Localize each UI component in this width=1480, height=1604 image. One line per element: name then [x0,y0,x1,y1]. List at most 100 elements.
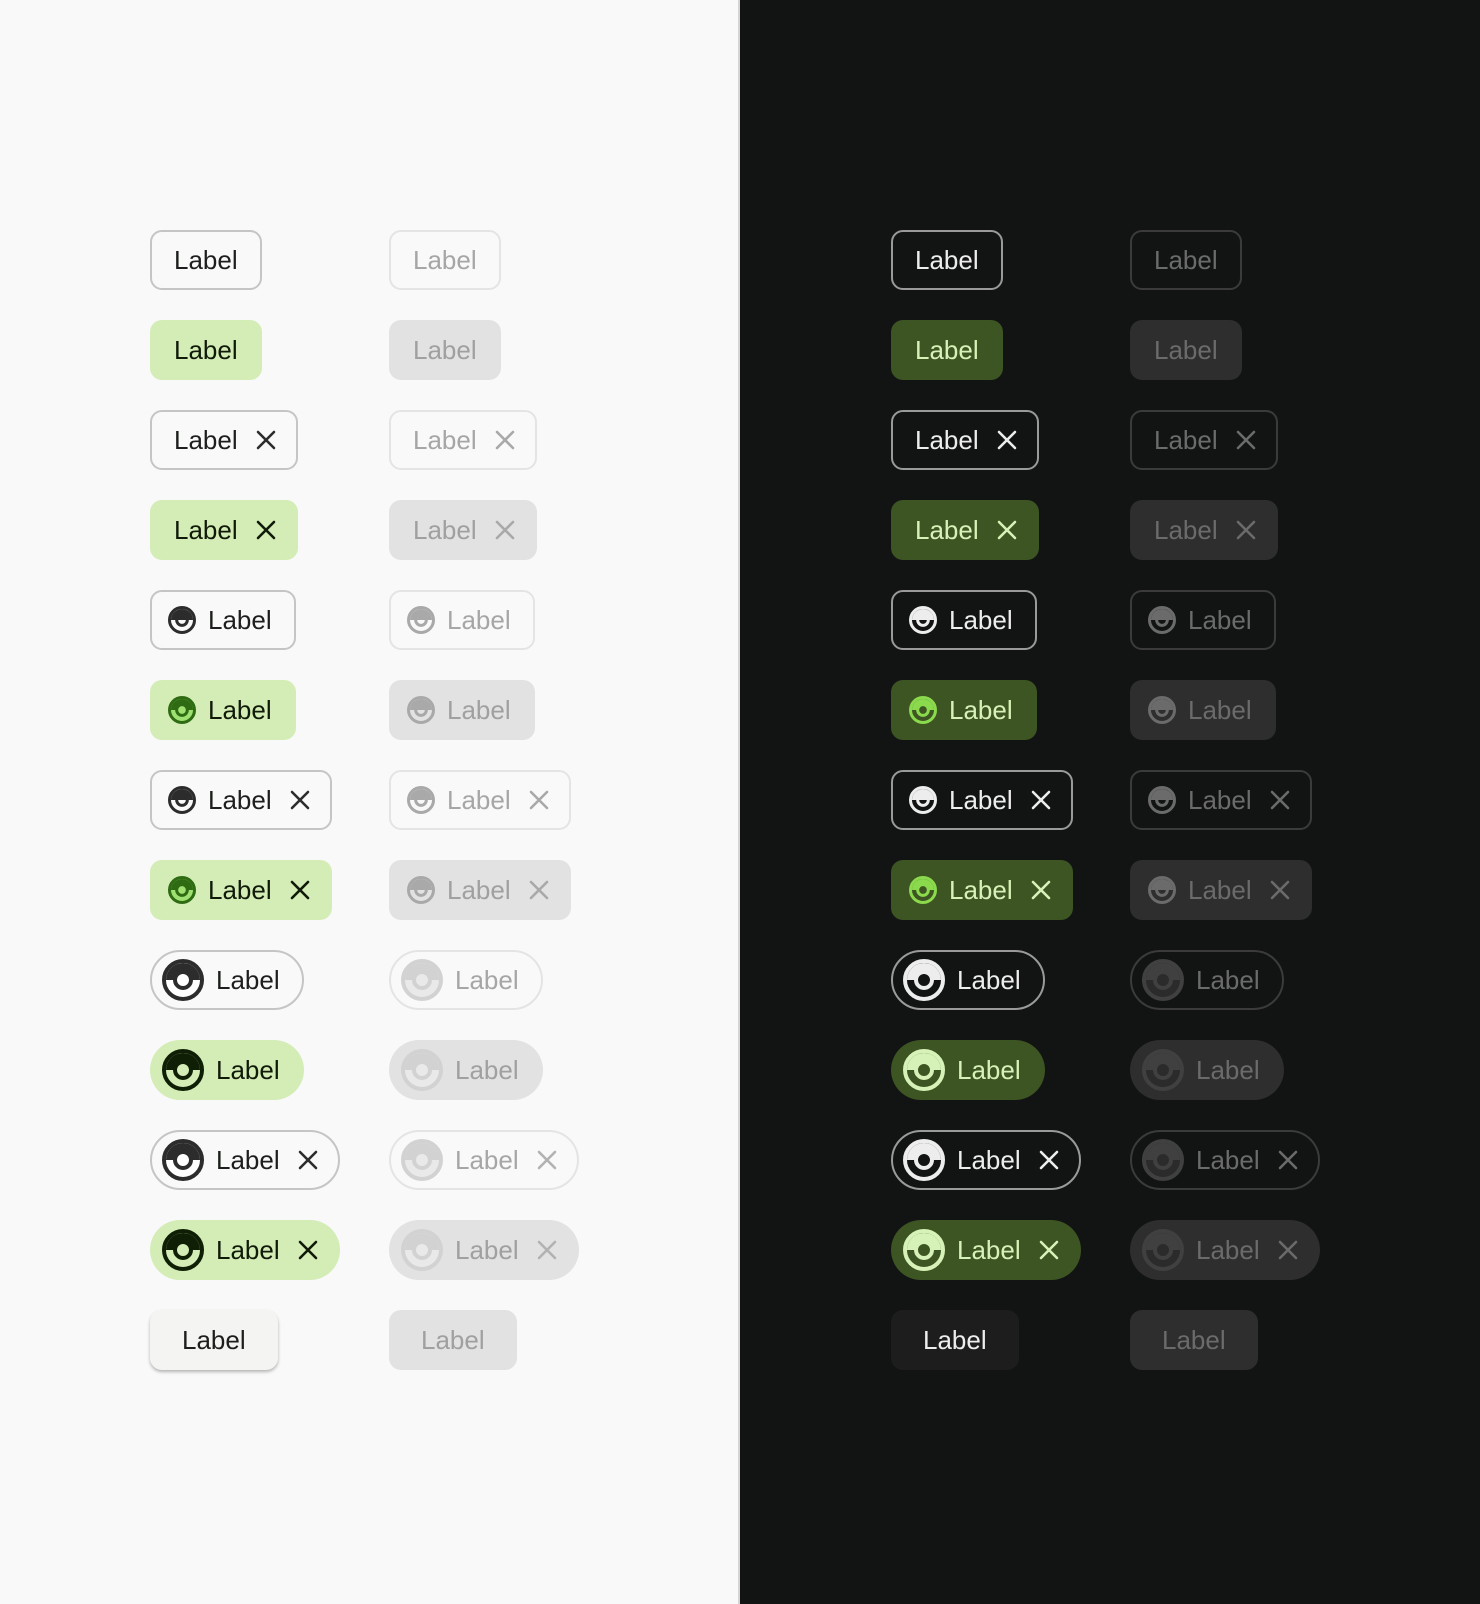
chip-label: Label [208,695,272,725]
chip-label: Label [915,335,979,365]
avatar-icon [903,1049,945,1091]
close-icon[interactable] [256,520,276,540]
chip-icon-selected-light-enabled[interactable]: Label [150,680,296,740]
close-icon [537,1240,557,1260]
chip-label: Label [413,515,477,545]
close-icon[interactable] [1031,880,1051,900]
chip-elevated-unselected-light-enabled[interactable]: Label [150,1310,278,1370]
close-icon[interactable] [1031,790,1051,810]
chip-elevated-unselected-dark-enabled[interactable]: Label [891,1310,1019,1370]
chip-avatarclose-selected-light-enabled[interactable]: Label [150,1220,340,1280]
chip-avatarclose-unselected-dark-enabled[interactable]: Label [891,1130,1081,1190]
chip-icon-unselected-light-enabled[interactable]: Label [150,590,296,650]
close-icon [529,880,549,900]
chip-iconclose-unselected-dark-disabled: Label [1130,770,1312,830]
chip-label: Label [216,965,280,995]
chip-avatarclose-selected-dark-disabled: Label [1130,1220,1320,1280]
chip-label: Label [1154,515,1218,545]
chip-icon-selected-dark-enabled[interactable]: Label [891,680,1037,740]
chip-icon-unselected-dark-enabled[interactable]: Label [891,590,1037,650]
close-icon[interactable] [1039,1150,1059,1170]
chip-label: Label [923,1325,987,1355]
chip-label: Label [208,875,272,905]
chip-avatar-selected-light-enabled[interactable]: Label [150,1040,304,1100]
chip-avatar-selected-light-disabled: Label [389,1040,543,1100]
chip-plain-unselected-light-enabled[interactable]: Label [150,230,262,290]
close-icon [495,520,515,540]
circle-dot-icon [1148,606,1176,634]
chip-iconclose-selected-dark-enabled[interactable]: Label [891,860,1073,920]
chip-avatarclose-selected-light-disabled: Label [389,1220,579,1280]
chip-avatar-selected-dark-disabled: Label [1130,1040,1284,1100]
chip-label: Label [455,965,519,995]
chip-plain-selected-dark-enabled[interactable]: Label [891,320,1003,380]
avatar-icon [162,1139,204,1181]
avatar-icon [401,1049,443,1091]
chip-label: Label [1188,605,1252,635]
circle-dot-icon [407,786,435,814]
circle-dot-icon [909,876,937,904]
chip-icon-selected-dark-disabled: Label [1130,680,1276,740]
close-icon [1278,1150,1298,1170]
chip-avatarclose-unselected-light-disabled: Label [389,1130,579,1190]
close-icon[interactable] [298,1240,318,1260]
chip-iconclose-unselected-light-disabled: Label [389,770,571,830]
chip-label: Label [174,335,238,365]
chip-label: Label [1154,425,1218,455]
close-icon[interactable] [256,430,276,450]
chip-close-selected-dark-enabled[interactable]: Label [891,500,1039,560]
chip-close-unselected-dark-enabled[interactable]: Label [891,410,1039,470]
close-icon[interactable] [290,790,310,810]
avatar-icon [401,959,443,1001]
circle-dot-icon [168,786,196,814]
chip-plain-unselected-dark-disabled: Label [1130,230,1242,290]
chip-avatar-unselected-dark-disabled: Label [1130,950,1284,1010]
chip-close-unselected-light-enabled[interactable]: Label [150,410,298,470]
chip-label: Label [949,695,1013,725]
chip-label: Label [413,335,477,365]
chip-iconclose-selected-light-enabled[interactable]: Label [150,860,332,920]
avatar-icon [903,1139,945,1181]
chip-label: Label [174,425,238,455]
chip-iconclose-unselected-light-enabled[interactable]: Label [150,770,332,830]
chip-label: Label [957,1145,1021,1175]
chip-label: Label [1188,785,1252,815]
chip-label: Label [1188,875,1252,905]
chip-label: Label [915,245,979,275]
chip-close-selected-light-enabled[interactable]: Label [150,500,298,560]
close-icon[interactable] [1039,1240,1059,1260]
chip-avatarclose-selected-dark-enabled[interactable]: Label [891,1220,1081,1280]
chip-avatar-unselected-light-enabled[interactable]: Label [150,950,304,1010]
chip-plain-unselected-dark-enabled[interactable]: Label [891,230,1003,290]
avatar-icon [1142,1229,1184,1271]
chip-iconclose-selected-dark-disabled: Label [1130,860,1312,920]
chip-label: Label [216,1145,280,1175]
chip-elevated-unselected-dark-disabled: Label [1130,1310,1258,1370]
chip-label: Label [957,965,1021,995]
chip-avatarclose-unselected-light-enabled[interactable]: Label [150,1130,340,1190]
chip-label: Label [174,515,238,545]
close-icon[interactable] [290,880,310,900]
chip-label: Label [1196,1145,1260,1175]
dark-theme-panel [740,0,1480,1604]
chip-label: Label [182,1325,246,1355]
chip-label: Label [447,605,511,635]
chip-plain-selected-dark-disabled: Label [1130,320,1242,380]
avatar-icon [162,1049,204,1091]
chip-label: Label [208,605,272,635]
close-icon[interactable] [997,430,1017,450]
chip-label: Label [1154,335,1218,365]
chip-iconclose-unselected-dark-enabled[interactable]: Label [891,770,1073,830]
chip-label: Label [174,245,238,275]
chip-plain-selected-light-enabled[interactable]: Label [150,320,262,380]
close-icon[interactable] [997,520,1017,540]
chip-label: Label [216,1235,280,1265]
close-icon[interactable] [298,1150,318,1170]
avatar-icon [401,1139,443,1181]
close-icon [537,1150,557,1170]
chip-label: Label [1188,695,1252,725]
avatar-icon [903,1229,945,1271]
chip-avatar-unselected-dark-enabled[interactable]: Label [891,950,1045,1010]
chip-avatar-selected-dark-enabled[interactable]: Label [891,1040,1045,1100]
chip-label: Label [447,785,511,815]
